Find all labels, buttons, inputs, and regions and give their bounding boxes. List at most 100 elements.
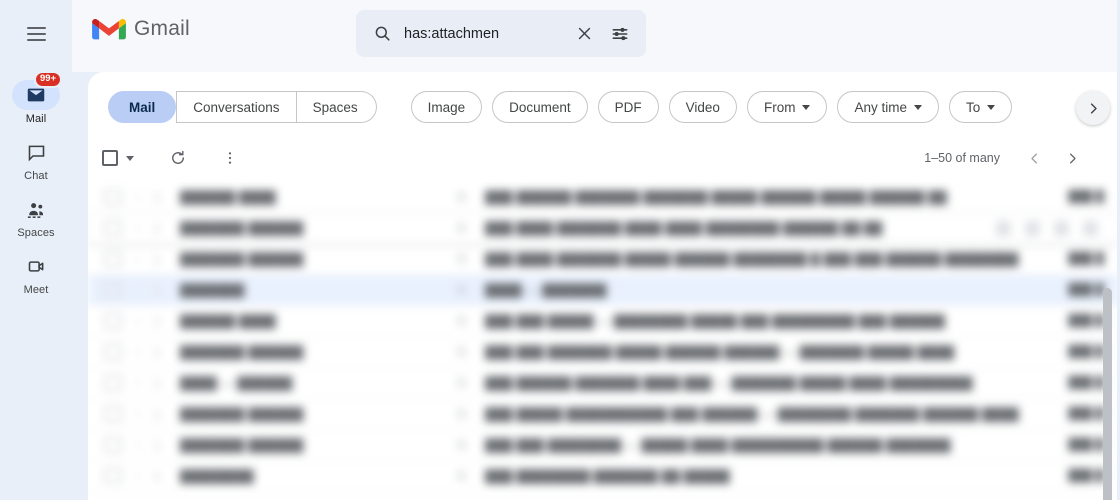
email-row[interactable]: ☆ ❯ ███████ ██████ ⎘ ███ ███ ████████ — ████… <box>88 430 1120 461</box>
important-icon[interactable]: ❯ <box>152 469 168 483</box>
star-icon[interactable]: ☆ <box>132 468 148 484</box>
select-all-control[interactable] <box>102 150 134 166</box>
important-icon[interactable]: ❯ <box>152 314 168 328</box>
list-scrollbar-thumb[interactable] <box>1103 288 1112 500</box>
filter-chip-video[interactable]: Video <box>668 91 737 123</box>
email-row[interactable]: ☆ ❯ ███████ ██████ ⎘ ███ ███ ███████ █████ █… <box>88 337 1120 368</box>
mark-unread-icon[interactable] <box>1054 220 1069 236</box>
search-bar[interactable]: has:attachmen <box>356 10 646 57</box>
star-icon[interactable]: ☆ <box>132 375 148 391</box>
important-icon[interactable]: ❯ <box>152 283 168 297</box>
search-icon[interactable] <box>364 16 400 52</box>
sidebar-item-mail-label: Mail <box>25 113 47 125</box>
checkbox-icon[interactable] <box>104 220 122 236</box>
important-icon[interactable]: ❯ <box>152 221 168 235</box>
filter-chip-row: Mail Conversations Spaces Image Document… <box>88 82 1120 132</box>
important-icon[interactable]: ❯ <box>152 345 168 359</box>
filter-chip-to-label: To <box>965 99 981 115</box>
email-row[interactable]: ☆ ❯ ████████ ⎘ ███ ████████ ███████ ██ █████… <box>88 461 1120 492</box>
refresh-icon[interactable] <box>160 140 196 176</box>
filter-chip-from-label: From <box>763 99 796 115</box>
filter-chip-to[interactable]: To <box>948 91 1013 123</box>
chat-pill <box>12 137 60 167</box>
star-icon[interactable]: ☆ <box>132 344 148 360</box>
email-row[interactable]: ☆ ❯ ███████ ⎘ ████ — ███████ ███ █ <box>88 275 1120 306</box>
sidebar-item-spaces[interactable]: Spaces <box>0 194 72 239</box>
email-sender: ███████ ██████ <box>180 406 304 422</box>
filter-chip-spaces[interactable]: Spaces <box>296 91 377 123</box>
filter-chip-pdf[interactable]: PDF <box>597 91 659 123</box>
email-row[interactable]: ☆ ❯ ███████ ██████ ⎘ ███ █████ ███████████ █… <box>88 399 1120 430</box>
rail-item-list: 99+ Mail Chat Spaces Meet <box>0 71 72 308</box>
important-icon[interactable]: ❯ <box>152 190 168 204</box>
checkbox-icon[interactable] <box>102 150 118 166</box>
important-icon[interactable]: ❯ <box>152 376 168 390</box>
filter-chip-mail-label: Mail <box>129 99 156 115</box>
sidebar-item-meet[interactable]: Meet <box>0 251 72 296</box>
chevron-right-icon[interactable] <box>1054 140 1090 176</box>
list-scrollbar-track[interactable] <box>1103 110 1116 500</box>
sidebar-item-mail[interactable]: 99+ Mail <box>0 71 72 125</box>
checkbox-icon[interactable] <box>104 468 122 484</box>
star-icon[interactable]: ☆ <box>132 313 148 329</box>
star-icon[interactable]: ☆ <box>132 220 148 236</box>
email-subject: ███ ███ ███████ █████ ██████ ██████ — ██… <box>485 344 955 360</box>
meet-pill <box>12 251 60 281</box>
chevron-down-icon[interactable] <box>126 155 134 161</box>
hamburger-icon[interactable] <box>16 14 56 54</box>
star-icon[interactable]: ☆ <box>132 437 148 453</box>
filter-chip-mail[interactable]: Mail <box>108 91 177 123</box>
important-icon[interactable]: ❯ <box>152 438 168 452</box>
attachment-icon: ⎘ <box>457 375 467 390</box>
more-vertical-icon[interactable] <box>212 140 248 176</box>
checkbox-icon[interactable] <box>104 313 122 329</box>
email-row[interactable]: ☆ ❯ ██████ ████ ⎘ ███ ███ █████ — ████████ █… <box>88 306 1120 337</box>
attachment-icon: ⎘ <box>457 406 467 421</box>
email-row[interactable]: ☆ ❯ ███████ ██████ ⎘ ███ ████ ███████ █████ … <box>88 244 1120 275</box>
left-navigation-rail: 99+ Mail Chat Spaces Meet <box>0 0 72 500</box>
important-icon[interactable]: ❯ <box>152 252 168 266</box>
gmail-brand[interactable]: Gmail <box>92 16 190 42</box>
chevron-right-icon[interactable] <box>1076 91 1110 125</box>
checkbox-icon[interactable] <box>104 406 122 422</box>
star-icon[interactable]: ☆ <box>132 251 148 267</box>
email-row[interactable]: ☆ ❯ ██████ ████ ⎘ ███ ██████ ███████ ███████… <box>88 182 1120 213</box>
email-row[interactable]: ☆ ❯ ████ — ██████ ⎘ ███ ██████ ███████ ████ … <box>88 368 1120 399</box>
filter-chip-image[interactable]: Image <box>410 91 483 123</box>
star-icon[interactable]: ☆ <box>132 406 148 422</box>
attachment-icon: ⎘ <box>457 282 467 297</box>
gmail-app-window: 99+ Mail Chat Spaces Meet Gmail has:atta… <box>0 0 1120 500</box>
chevron-down-icon <box>987 104 996 110</box>
chevron-left-icon[interactable] <box>1016 140 1052 176</box>
archive-icon[interactable] <box>996 220 1011 236</box>
search-options-icon[interactable] <box>602 16 638 52</box>
search-input[interactable]: has:attachmen <box>400 26 566 42</box>
email-sender: ███████ ██████ <box>180 251 304 267</box>
filter-chip-conversations[interactable]: Conversations <box>176 91 297 123</box>
filter-chip-spaces-label: Spaces <box>312 99 358 115</box>
sidebar-item-chat[interactable]: Chat <box>0 137 72 182</box>
email-subject: ███ ████ ███████ ████ ████ ████████ ████… <box>485 220 883 236</box>
close-icon[interactable] <box>566 16 602 52</box>
attachment-icon: ⎘ <box>457 189 467 204</box>
scope-segmented-control: Mail Conversations Spaces <box>108 91 377 123</box>
checkbox-icon[interactable] <box>104 251 122 267</box>
email-row[interactable]: ☆ ❯ ███████ ██████ ⎘ ███ ████ ███████ ████ █… <box>88 213 1120 244</box>
email-list[interactable]: ☆ ❯ ██████ ████ ⎘ ███ ██████ ███████ ███████… <box>88 182 1120 500</box>
email-subject: ████ — ███████ <box>485 282 607 298</box>
checkbox-icon[interactable] <box>104 375 122 391</box>
star-icon[interactable]: ☆ <box>132 282 148 298</box>
checkbox-icon[interactable] <box>104 437 122 453</box>
important-icon[interactable]: ❯ <box>152 407 168 421</box>
checkbox-icon[interactable] <box>104 189 122 205</box>
filter-chip-from[interactable]: From <box>746 91 828 123</box>
filter-chip-any-time[interactable]: Any time <box>837 91 939 123</box>
checkbox-icon[interactable] <box>104 282 122 298</box>
filter-chip-document[interactable]: Document <box>492 91 588 123</box>
filter-chip-any-time-label: Any time <box>854 99 907 115</box>
checkbox-icon[interactable] <box>104 344 122 360</box>
delete-icon[interactable] <box>1025 220 1040 236</box>
star-icon[interactable]: ☆ <box>132 189 148 205</box>
snooze-icon[interactable] <box>1083 220 1098 236</box>
row-hover-actions[interactable] <box>996 220 1120 236</box>
